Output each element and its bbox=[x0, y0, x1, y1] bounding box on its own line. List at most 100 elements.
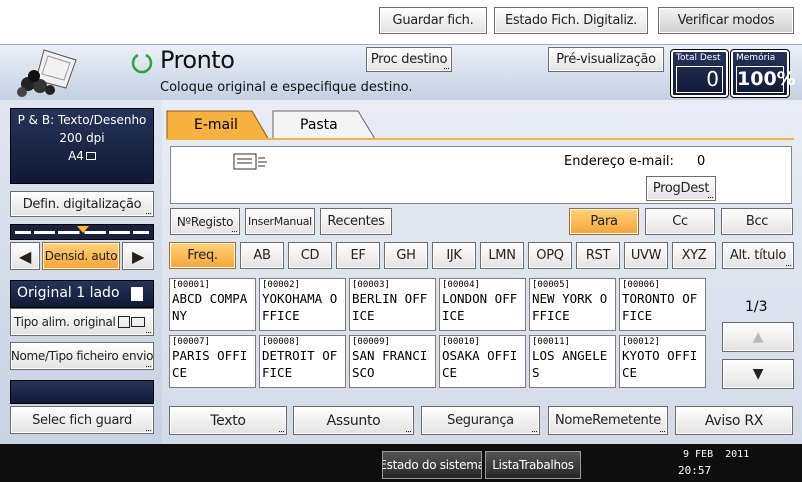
address-code: [00002] bbox=[262, 280, 300, 290]
address-code: [00004] bbox=[442, 280, 480, 290]
bcc-button[interactable]: Bcc bbox=[721, 208, 793, 235]
feed-landscape-icon bbox=[130, 317, 145, 327]
address-line: FICE bbox=[262, 365, 293, 380]
address-line: ABCD COMPA bbox=[172, 291, 248, 306]
select-stored-file-button[interactable]: Selec fich guard bbox=[10, 406, 154, 434]
index-tab-cd[interactable]: CD bbox=[288, 242, 332, 269]
address-line: ICE bbox=[352, 308, 375, 323]
scroll-up-button[interactable]: ▲ bbox=[722, 322, 794, 352]
sender-name-button[interactable]: NomeRemetente bbox=[548, 406, 668, 435]
tab-email-label: E-mail bbox=[194, 117, 238, 133]
address-entry[interactable]: [00010] OSAKA OFFI CE bbox=[439, 335, 526, 388]
cc-button[interactable]: Cc bbox=[645, 208, 715, 235]
recent-button[interactable]: Recentes bbox=[320, 208, 392, 235]
tab-underline bbox=[166, 138, 794, 140]
address-entry[interactable]: [00007] PARIS OFFI CE bbox=[169, 335, 256, 388]
index-tab-ijk[interactable]: IJK bbox=[432, 242, 476, 269]
address-entry[interactable]: [00004] LONDON OFF ICE bbox=[439, 278, 526, 331]
index-tab-xyz[interactable]: XYZ bbox=[672, 242, 716, 269]
density-darker-button[interactable]: ▶ bbox=[122, 242, 154, 270]
registration-number-button[interactable]: NºRegisto bbox=[170, 208, 240, 235]
auto-density-button[interactable]: Densid. auto bbox=[42, 242, 120, 270]
job-list-button[interactable]: ListaTrabalhos bbox=[485, 451, 581, 479]
arrow-right-icon: ▶ bbox=[131, 246, 144, 266]
address-line: S bbox=[532, 365, 540, 380]
address-entry[interactable]: [00009] SAN FRANCI SCO bbox=[349, 335, 436, 388]
paper-size: A4 bbox=[11, 147, 153, 165]
check-modes-button[interactable]: Verificar modos bbox=[658, 7, 794, 34]
preview-button[interactable]: Pré-visualização bbox=[548, 47, 664, 72]
original-type-display: Original 1 lado bbox=[10, 280, 154, 308]
file-name-type-button[interactable]: Nome/Tipo ficheiro envio bbox=[10, 342, 154, 370]
address-line: TORONTO OF bbox=[622, 291, 698, 306]
index-tab-gh[interactable]: GH bbox=[384, 242, 428, 269]
system-status-button[interactable]: Estado do sistema bbox=[382, 451, 482, 479]
tab-folder[interactable]: Pasta bbox=[272, 108, 376, 140]
address-entry[interactable]: [00011] LOS ANGELE S bbox=[529, 335, 616, 388]
address-line: YOKOHAMA O bbox=[262, 291, 338, 306]
address-code: [00001] bbox=[172, 280, 210, 290]
date-display: 9 FEB 2011 bbox=[683, 449, 750, 460]
manual-entry-button[interactable]: InserManual bbox=[245, 208, 315, 235]
security-button[interactable]: Segurança bbox=[421, 406, 540, 435]
address-line: LOS ANGELE bbox=[532, 348, 608, 363]
address-entry[interactable]: [00012] KYOTO OFFI CE bbox=[619, 335, 706, 388]
address-entry[interactable]: [00005] NEW YORK O FFICE bbox=[529, 278, 616, 331]
scan-mode-text: P & B: Texto/Desenho bbox=[17, 113, 147, 127]
save-file-button[interactable]: Guardar fich. bbox=[379, 7, 487, 34]
reception-notice-button[interactable]: Aviso RX bbox=[675, 406, 793, 435]
address-line: SAN FRANCI bbox=[352, 348, 428, 363]
memory-value: 100% bbox=[736, 66, 796, 93]
index-tab-freq[interactable]: Freq. bbox=[169, 242, 236, 269]
index-tab-lmn[interactable]: LMN bbox=[480, 242, 524, 269]
address-line: LONDON OFF bbox=[442, 291, 518, 306]
scroll-down-button[interactable]: ▼ bbox=[722, 359, 794, 389]
feed-type-text: Tipo alim. original bbox=[14, 315, 116, 329]
address-code: [00010] bbox=[442, 337, 480, 347]
feed-type-button[interactable]: Tipo alim. original bbox=[10, 308, 154, 336]
address-entry[interactable]: [00003] BERLIN OFF ICE bbox=[349, 278, 436, 331]
single-side-page-icon bbox=[131, 287, 143, 301]
find-destination-button[interactable]: Proc destino bbox=[366, 47, 452, 72]
address-entry[interactable]: [00008] DETROIT OF FICE bbox=[259, 335, 346, 388]
subject-button[interactable]: Assunto bbox=[293, 406, 414, 435]
tab-email[interactable]: E-mail bbox=[166, 108, 270, 140]
address-code: [00003] bbox=[352, 280, 390, 290]
address-entry[interactable]: [00001] ABCD COMPA NY bbox=[169, 278, 256, 331]
index-tab-ab[interactable]: AB bbox=[240, 242, 284, 269]
landscape-page-icon bbox=[85, 152, 96, 160]
text-button[interactable]: Texto bbox=[169, 406, 287, 435]
scanner-logo-icon bbox=[14, 42, 84, 98]
address-code: [00008] bbox=[262, 337, 300, 347]
page-indicator: 1/3 bbox=[745, 299, 768, 315]
scan-file-status-button[interactable]: Estado Fich. Digitaliz. bbox=[494, 7, 648, 34]
address-code: [00007] bbox=[172, 337, 210, 347]
address-line: OSAKA OFFI bbox=[442, 348, 518, 363]
status-title: Pronto bbox=[160, 46, 235, 74]
address-line: NY bbox=[172, 308, 188, 323]
scan-settings-button[interactable]: Defin. digitalização bbox=[10, 191, 154, 217]
to-button[interactable]: Para bbox=[569, 208, 639, 235]
memory-counter: Memória 100% bbox=[730, 49, 796, 98]
prog-dest-button[interactable]: ProgDest bbox=[646, 176, 716, 201]
address-entry[interactable]: [00002] YOKOHAMA O FFICE bbox=[259, 278, 346, 331]
address-line: CE bbox=[442, 365, 458, 380]
index-tab-ef[interactable]: EF bbox=[336, 242, 380, 269]
address-line: KYOTO OFFI bbox=[622, 348, 698, 363]
alt-title-button[interactable]: Alt. título bbox=[722, 242, 794, 269]
total-dest-label: Total Dest bbox=[676, 53, 721, 63]
address-entry[interactable]: [00006] TORONTO OF FICE bbox=[619, 278, 706, 331]
tab-folder-label: Pasta bbox=[300, 117, 338, 133]
arrow-down-icon: ▼ bbox=[752, 366, 764, 382]
status-message: Coloque original e especifique destino. bbox=[160, 80, 413, 95]
email-envelope-icon bbox=[232, 152, 270, 174]
index-tab-rst[interactable]: RST bbox=[576, 242, 620, 269]
feed-orientation-icon bbox=[117, 316, 130, 328]
density-lighter-button[interactable]: ◀ bbox=[10, 242, 40, 270]
index-tab-uvw[interactable]: UVW bbox=[624, 242, 668, 269]
address-code: [00005] bbox=[532, 280, 570, 290]
address-line: BERLIN OFF bbox=[352, 291, 428, 306]
index-tab-opq[interactable]: OPQ bbox=[528, 242, 572, 269]
address-line: PARIS OFFI bbox=[172, 348, 248, 363]
address-line: DETROIT OF bbox=[262, 348, 338, 363]
